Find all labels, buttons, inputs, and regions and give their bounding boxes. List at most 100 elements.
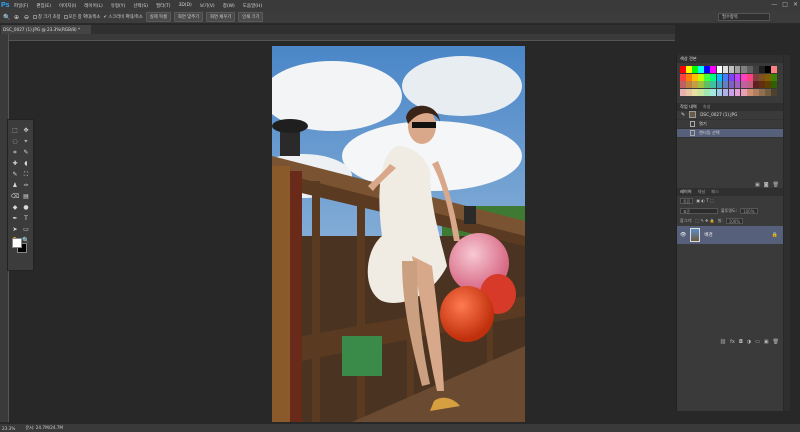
healing-tool-icon[interactable]: ✚ [10, 158, 20, 169]
menu-type[interactable]: 유형(Y) [107, 3, 130, 9]
color-swatch[interactable] [747, 81, 753, 88]
tab-layers[interactable]: 레이어 [680, 189, 692, 195]
new-document-icon[interactable]: ▣ [755, 182, 760, 188]
color-swatch[interactable] [680, 81, 686, 88]
color-swatch[interactable] [704, 88, 710, 96]
color-swatch[interactable] [728, 88, 735, 96]
menu-image[interactable]: 이미지(I) [55, 3, 80, 9]
lock-icons[interactable]: ⬚ ✎ ✥ 🔒 [695, 218, 714, 223]
color-swatch[interactable] [710, 88, 717, 96]
crop-tool-icon[interactable]: ⌗ [10, 147, 20, 158]
color-swatch[interactable] [692, 73, 698, 81]
all-windows-option[interactable]: 모든 창 확대/축소 [63, 14, 100, 20]
color-swatch[interactable] [680, 88, 686, 96]
fit-screen-button[interactable]: 화면 맞추기 [173, 12, 204, 22]
color-swatch[interactable] [734, 73, 741, 81]
color-swatch[interactable] [722, 81, 729, 88]
color-swatch[interactable] [740, 88, 747, 96]
fx-icon[interactable]: fx [730, 339, 735, 345]
color-swatch[interactable] [710, 66, 717, 73]
menu-window[interactable]: 창(W) [219, 3, 239, 9]
color-swatch[interactable] [747, 66, 753, 73]
color-swatch[interactable] [734, 88, 741, 96]
tab-swatches[interactable]: 색상 견본 [680, 56, 697, 62]
color-swatch[interactable] [698, 81, 704, 88]
trash-icon[interactable]: 🗑 [773, 182, 779, 188]
color-swatch[interactable] [765, 81, 771, 88]
color-swatch[interactable] [765, 88, 771, 96]
fill-screen-button[interactable]: 화면 채우기 [206, 12, 236, 22]
menu-filter[interactable]: 필터(T) [152, 3, 175, 9]
color-swatch[interactable] [686, 81, 692, 88]
filter-icons[interactable]: ▣ ◐ T ⬚ [696, 198, 713, 203]
color-swatch[interactable] [686, 88, 692, 96]
link-icon[interactable]: ⛓ [720, 339, 726, 345]
marquee-tool-icon[interactable]: ⬚ [10, 125, 20, 136]
history-step-open[interactable]: 열기 [677, 120, 783, 129]
color-swatch[interactable] [759, 81, 765, 88]
color-swatch[interactable] [759, 66, 765, 73]
history-snapshot[interactable]: ✎ DSC_0027 (1).JPG [677, 111, 783, 120]
menu-help[interactable]: 도움말(H) [239, 3, 266, 9]
tab-properties[interactable]: 속성 [703, 104, 711, 110]
zoom-tool-icon[interactable]: 🔍 [3, 14, 10, 21]
blend-mode-select[interactable]: 표준 [680, 207, 718, 214]
color-swatch[interactable] [734, 81, 741, 88]
color-swatch[interactable] [771, 66, 777, 73]
actual-pixels-button[interactable]: 실제 픽셀 [145, 12, 171, 22]
color-swatch[interactable] [747, 88, 753, 96]
maximize-icon[interactable]: □ [782, 1, 788, 8]
color-swatch[interactable] [740, 81, 747, 88]
pencil-tool-icon[interactable]: ✑ [21, 180, 31, 191]
layer-row-background[interactable]: 👁 배경 🔒 [677, 225, 783, 244]
folder-icon[interactable]: ▭ [755, 339, 760, 345]
camera-icon[interactable]: ◙ [764, 182, 769, 188]
color-swatch[interactable] [698, 73, 704, 81]
eyedropper-tool-icon[interactable]: ✎ [21, 147, 31, 158]
menu-file[interactable]: 파일(F) [10, 3, 32, 9]
color-swatch[interactable] [753, 66, 759, 73]
history-brush-tool-icon[interactable]: ⛶ [21, 169, 31, 180]
color-swatch[interactable] [771, 81, 777, 88]
color-swatch[interactable] [728, 66, 735, 73]
print-size-button[interactable]: 인쇄 크기 [238, 12, 264, 22]
document-canvas-image[interactable] [272, 46, 525, 422]
path-select-tool-icon[interactable]: ➤ [10, 224, 20, 235]
color-swatch[interactable] [765, 73, 771, 81]
minimize-icon[interactable]: — [771, 1, 777, 8]
workspace-select[interactable]: 필수항목 [718, 13, 770, 21]
menu-select[interactable]: 선택(S) [129, 3, 152, 9]
menu-layer[interactable]: 레이어(L) [80, 3, 106, 9]
color-swatch[interactable] [710, 73, 717, 81]
color-swatch[interactable] [698, 66, 704, 73]
close-icon[interactable]: ✕ [793, 1, 798, 8]
zoom-in-icon[interactable]: ⊕ [13, 14, 20, 21]
quick-select-tool-icon[interactable]: ⌖ [21, 136, 31, 147]
fill-field[interactable]: 100% [725, 217, 744, 224]
new-layer-icon[interactable]: ▣ [764, 339, 769, 345]
history-step-render[interactable]: 렌더링 선택 [677, 128, 783, 138]
pen-tool-icon[interactable]: ✒ [10, 213, 20, 224]
color-swatch[interactable] [704, 81, 710, 88]
color-swatch[interactable] [686, 66, 692, 73]
menu-view[interactable]: 보기(V) [196, 3, 219, 9]
color-swatch[interactable] [698, 88, 704, 96]
color-swatch[interactable] [722, 66, 729, 73]
type-tool-icon[interactable]: T [21, 213, 31, 224]
clone-stamp-tool-icon[interactable]: ✎ [10, 169, 20, 180]
color-swatch[interactable] [753, 81, 759, 88]
color-swatch[interactable] [716, 73, 723, 81]
color-swatch[interactable] [771, 88, 777, 96]
color-swatch[interactable] [692, 88, 698, 96]
color-swatch[interactable] [716, 81, 723, 88]
color-swatch[interactable] [728, 73, 735, 81]
color-swatch[interactable] [740, 73, 747, 81]
dodge-tool-icon[interactable]: ● [21, 202, 31, 213]
color-swatch[interactable] [686, 73, 692, 81]
zoom-level[interactable]: 23.3% [2, 426, 15, 431]
zoom-out-icon[interactable]: ⊖ [23, 14, 30, 21]
color-swatch[interactable] [753, 73, 759, 81]
opacity-field[interactable]: 100% [740, 207, 758, 214]
gradient-tool-icon[interactable]: ▤ [21, 191, 31, 202]
color-swatch[interactable] [704, 73, 710, 81]
